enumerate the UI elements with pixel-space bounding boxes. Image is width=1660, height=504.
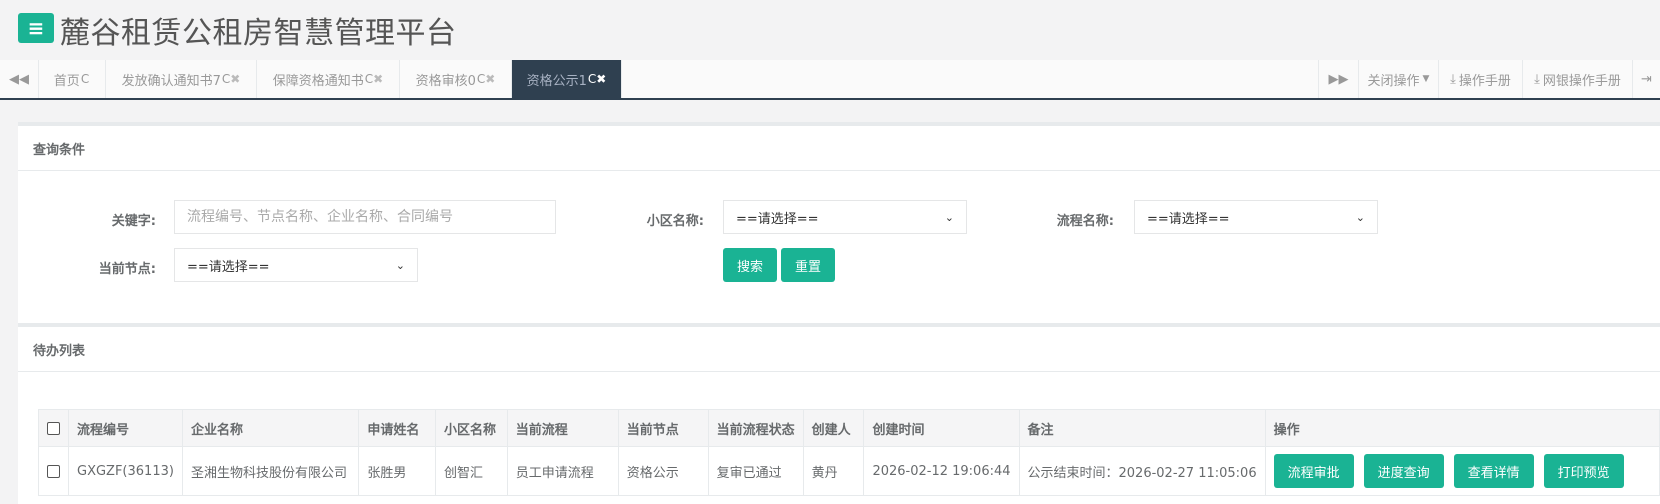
chevron-down-icon: ⌄: [944, 210, 954, 224]
double-right-arrow-icon: ▶▶: [1328, 71, 1349, 87]
column-header: 操作: [1264, 409, 1660, 447]
close-icon[interactable]: ✖: [485, 72, 495, 86]
tab-home[interactable]: 首页 C: [38, 60, 106, 98]
table-cell: 圣湘生物科技股份有限公司: [181, 446, 360, 496]
column-header: 创建时间: [863, 409, 1020, 447]
menu-toggle-button[interactable]: ≡: [18, 13, 54, 43]
actions-cell: 流程审批 进度查询 查看详情 打印预览: [1264, 446, 1660, 496]
column-header: 备注: [1018, 409, 1266, 447]
tab-qualification-publicity[interactable]: 资格公示1 C ✖: [512, 60, 622, 98]
community-select[interactable]: ==请选择== ⌄: [723, 200, 967, 234]
refresh-icon[interactable]: C: [477, 72, 485, 86]
todo-panel: 待办列表 流程编号 企业名称 申请姓名 小区名称 当前流程 当前节点 当前流程状…: [18, 323, 1660, 504]
tabs-bar: ◀◀ 首页 C 发放确认通知书7 C ✖ 保障资格通知书 C ✖ 资格审核0 C…: [0, 60, 1660, 100]
menu-icon: ≡: [27, 16, 45, 40]
keyword-label: 关键字:: [111, 214, 156, 229]
chevron-down-icon: ⌄: [1355, 210, 1365, 224]
community-select-value: ==请选择==: [736, 211, 819, 227]
column-header: 当前节点: [617, 409, 709, 447]
row-select-cell: [38, 446, 69, 496]
close-icon[interactable]: ✖: [230, 72, 240, 86]
tab-label: 首页: [53, 73, 80, 89]
search-button[interactable]: 搜索: [723, 248, 777, 282]
tab-label: 资格公示1: [526, 73, 587, 89]
table-cell: 2026-02-12 19:06:44: [863, 446, 1020, 496]
keyword-input[interactable]: [174, 200, 556, 234]
close-operations-label: 关闭操作: [1367, 73, 1420, 89]
todo-panel-title: 待办列表: [18, 327, 1660, 372]
row-checkbox[interactable]: [47, 464, 60, 478]
tab-label: 发放确认通知书7: [121, 73, 221, 89]
refresh-icon[interactable]: C: [588, 72, 596, 86]
table-cell: 员工申请流程: [506, 446, 619, 496]
table-cell: 创智汇: [435, 446, 508, 496]
select-all-checkbox[interactable]: [47, 421, 60, 435]
node-label: 当前节点:: [98, 262, 156, 277]
select-all-cell: [38, 409, 69, 447]
close-icon[interactable]: ✖: [373, 72, 383, 86]
close-operations-dropdown[interactable]: 关闭操作 ▼: [1358, 60, 1438, 98]
table-cell: 黄丹: [802, 446, 865, 496]
app-title: 麓谷租赁公租房智慧管理平台: [60, 16, 457, 51]
process-approve-button[interactable]: 流程审批: [1273, 454, 1354, 488]
tab-issue-notice[interactable]: 发放确认通知书7 C ✖: [106, 60, 257, 98]
query-panel: 查询条件 关键字: 小区名称: ==请选择== ⌄ 流程名称: ==请选择== …: [18, 122, 1660, 324]
download-icon: ⤓: [1534, 71, 1540, 87]
column-header: 当前流程状态: [707, 409, 804, 447]
manual-button[interactable]: ⤓ 操作手册: [1438, 60, 1522, 98]
todo-table: 流程编号 企业名称 申请姓名 小区名称 当前流程 当前节点 当前流程状态 创建人…: [38, 409, 1660, 496]
close-icon[interactable]: ✖: [596, 72, 606, 86]
tab-qualification-review[interactable]: 资格审核0 C ✖: [400, 60, 512, 98]
process-select-value: ==请选择==: [1147, 211, 1230, 227]
refresh-icon[interactable]: C: [222, 72, 230, 86]
tabs-scroll-right-button[interactable]: ▶▶: [1318, 60, 1358, 98]
tab-label: 保障资格通知书: [272, 73, 364, 89]
view-details-button[interactable]: 查看详情: [1453, 454, 1534, 488]
reset-button[interactable]: 重置: [781, 248, 835, 282]
caret-down-icon: ▼: [1422, 74, 1430, 84]
tabs-scroll-left-button[interactable]: ◀◀: [0, 60, 39, 98]
refresh-icon[interactable]: C: [365, 72, 373, 86]
print-preview-button[interactable]: 打印预览: [1543, 454, 1624, 488]
chevron-down-icon: ⌄: [395, 258, 405, 272]
tab-label: 资格审核0: [415, 73, 476, 89]
tab-qualification-notice[interactable]: 保障资格通知书 C ✖: [257, 60, 400, 98]
column-header: 创建人: [802, 409, 865, 447]
node-select[interactable]: ==请选择== ⌄: [174, 248, 418, 282]
bank-manual-button[interactable]: ⤓ 网银操作手册: [1522, 60, 1632, 98]
double-left-arrow-icon: ◀◀: [9, 71, 29, 87]
table-cell: 资格公示: [617, 446, 709, 496]
process-select[interactable]: ==请选择== ⌄: [1134, 200, 1378, 234]
node-select-value: ==请选择==: [187, 259, 270, 275]
table-cell: GXGZF(36113): [68, 446, 183, 496]
column-header: 小区名称: [435, 409, 508, 447]
query-panel-title: 查询条件: [18, 126, 1660, 171]
column-header: 当前流程: [506, 409, 619, 447]
table-cell: 复审已通过: [707, 446, 804, 496]
process-label: 流程名称:: [1056, 214, 1114, 229]
logout-button[interactable]: ⇥: [1632, 60, 1660, 98]
refresh-icon[interactable]: C: [81, 72, 89, 86]
table-cell: 公示结束时间：2026-02-27 11:05:06: [1018, 446, 1266, 496]
progress-query-button[interactable]: 进度查询: [1363, 454, 1444, 488]
community-label: 小区名称:: [646, 214, 704, 229]
column-header: 企业名称: [181, 409, 360, 447]
column-header: 申请姓名: [358, 409, 437, 447]
manual-label: 操作手册: [1458, 73, 1511, 89]
column-header: 流程编号: [68, 409, 183, 447]
top-header: ≡ 麓谷租赁公租房智慧管理平台: [0, 0, 1660, 60]
table-header-row: 流程编号 企业名称 申请姓名 小区名称 当前流程 当前节点 当前流程状态 创建人…: [38, 409, 1660, 447]
bank-manual-label: 网银操作手册: [1542, 73, 1621, 89]
table-row: GXGZF(36113) 圣湘生物科技股份有限公司 张胜男 创智汇 员工申请流程…: [38, 446, 1660, 496]
download-icon: ⤓: [1450, 71, 1456, 87]
table-cell: 张胜男: [358, 446, 437, 496]
sign-out-icon: ⇥: [1641, 71, 1652, 87]
